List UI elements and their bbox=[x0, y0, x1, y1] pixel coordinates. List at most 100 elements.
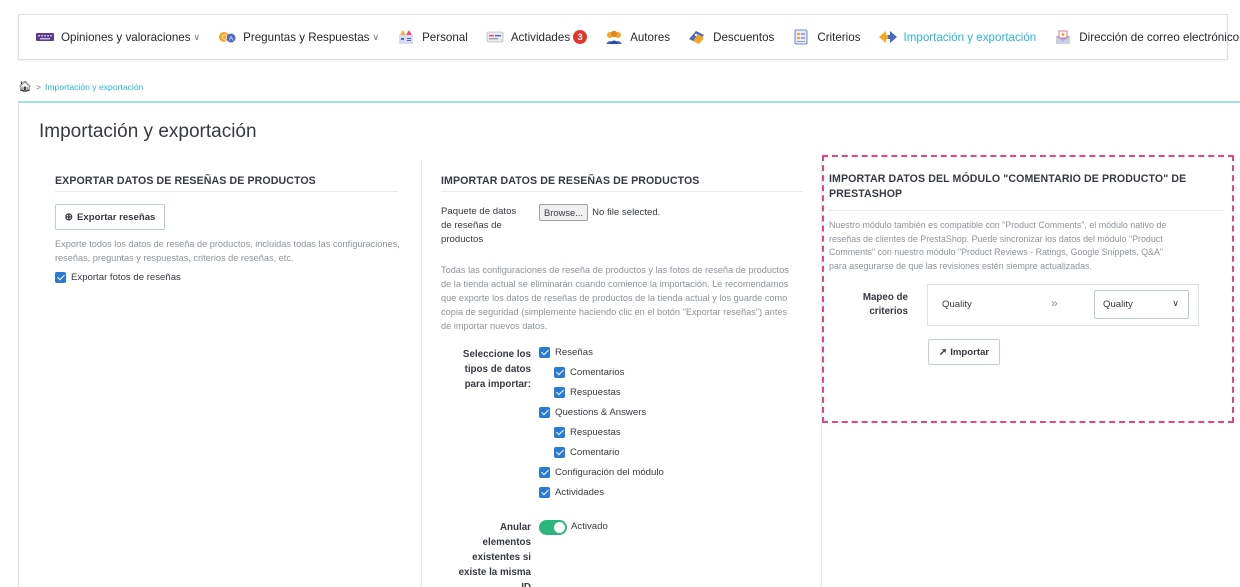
checkbox-label: Exportar fotos de reseñas bbox=[71, 272, 181, 283]
activities-count-badge: 3 bbox=[573, 30, 588, 44]
plug-icon: ➚ bbox=[938, 346, 948, 358]
label-line: existentes si bbox=[472, 552, 531, 563]
checkbox-checked-icon[interactable] bbox=[554, 447, 565, 458]
import-type-checkbox[interactable]: Comentarios bbox=[554, 367, 624, 378]
nav-item-preguntas[interactable]: QA Preguntas y Respuestas ∨ bbox=[217, 15, 379, 59]
warning-line: copia de seguridad (simplemente haciendo… bbox=[441, 307, 788, 317]
module-top-nav: Opiniones y valoraciones ∨ QA Preguntas y… bbox=[18, 14, 1239, 60]
label-line: elementos bbox=[482, 537, 531, 548]
section-rule bbox=[55, 191, 398, 192]
import-type-checkbox[interactable]: Respuestas bbox=[554, 427, 621, 438]
discounts-icon bbox=[689, 31, 705, 44]
label-line: Paquete de datos bbox=[441, 206, 517, 217]
checkbox-label: Comentario bbox=[570, 447, 620, 458]
export-section-heading: EXPORTAR DATOS DE RESEÑAS DE PRODUCTOS bbox=[55, 175, 316, 187]
nav-item-importacion[interactable]: Importación y exportación bbox=[878, 15, 1037, 59]
nav-item-opiniones[interactable]: Opiniones y valoraciones ∨ bbox=[35, 15, 200, 59]
checkbox-label: Comentarios bbox=[570, 367, 625, 378]
nav-label: Dirección de correo electrónico bbox=[1079, 30, 1240, 44]
nav-label: Autores bbox=[630, 30, 671, 44]
nav-item-criterios[interactable]: Criterios bbox=[791, 15, 861, 59]
nav-label: Personal bbox=[422, 30, 468, 44]
import-comments-button[interactable]: ➚ Importar bbox=[928, 339, 1000, 365]
checkbox-checked-icon[interactable] bbox=[539, 347, 550, 358]
heading-line: IMPORTAR DATOS DEL MÓDULO "COMENTARIO DE… bbox=[829, 173, 1187, 185]
nav-label: Descuentos bbox=[713, 30, 775, 44]
override-toggle[interactable] bbox=[539, 520, 567, 535]
warning-line: de la tienda actual se eliminarán cuando… bbox=[441, 279, 789, 289]
nav-label: Preguntas y Respuestas bbox=[243, 30, 370, 44]
import-type-checkbox[interactable]: Questions & Answers bbox=[539, 407, 646, 418]
label-line: Anular bbox=[499, 522, 531, 533]
import-type-checkbox[interactable]: Configuración del módulo bbox=[539, 467, 664, 478]
export-reviews-button[interactable]: ⊕ Exportar reseñas bbox=[55, 204, 165, 230]
override-state: Activado bbox=[571, 521, 608, 532]
import-warning: Todas las configuraciones de reseña de p… bbox=[441, 263, 811, 333]
package-label: Paquete de datos de reseñas de productos bbox=[441, 205, 516, 247]
file-input[interactable]: Browse... No file selected. bbox=[539, 204, 660, 221]
qa-icon: QA bbox=[219, 32, 236, 43]
import-type-checkbox[interactable]: Respuestas bbox=[554, 387, 621, 398]
checkbox-label: Respuestas bbox=[570, 387, 621, 398]
checkbox-label: Questions & Answers bbox=[555, 407, 647, 418]
target-criterion-select[interactable]: Quality ∨ bbox=[1094, 290, 1189, 319]
browse-button[interactable]: Browse... bbox=[539, 204, 589, 221]
chevron-down-icon: ∨ bbox=[193, 31, 201, 42]
svg-text:Q: Q bbox=[222, 35, 228, 42]
svg-text:A: A bbox=[229, 36, 234, 43]
checkbox-checked-icon[interactable] bbox=[554, 387, 565, 398]
personal-icon bbox=[399, 30, 414, 44]
description-line: Exporte todos los datos de reseña de pro… bbox=[55, 239, 400, 249]
select-value: Quality bbox=[1103, 299, 1133, 310]
label-line: criterios bbox=[869, 306, 908, 317]
export-photos-checkbox[interactable]: Exportar fotos de reseñas bbox=[55, 272, 181, 283]
breadcrumb-current[interactable]: Importación y exportación bbox=[45, 82, 143, 92]
product-comments-description: Nuestro módulo también es compatible con… bbox=[829, 219, 1229, 273]
nav-item-personal[interactable]: Personal bbox=[396, 15, 468, 59]
label-line: ID bbox=[441, 580, 531, 587]
section-rule bbox=[441, 191, 803, 192]
nav-item-autores[interactable]: Autores bbox=[604, 15, 670, 59]
checkbox-checked-icon[interactable] bbox=[554, 427, 565, 438]
activities-icon bbox=[486, 31, 504, 43]
checkbox-label: Actividades bbox=[555, 487, 605, 498]
source-criterion: Quality bbox=[942, 299, 972, 310]
column-divider bbox=[421, 161, 422, 587]
import-type-checkbox[interactable]: Comentario bbox=[554, 447, 620, 458]
checkbox-checked-icon[interactable] bbox=[55, 272, 66, 283]
label-line: existe la misma bbox=[458, 567, 531, 578]
description-line: Nuestro módulo también es compatible con… bbox=[829, 220, 1167, 230]
description-line: reseñas de clientes de PrestaShop. Puede… bbox=[829, 233, 1163, 244]
import-type-checkbox[interactable]: Actividades bbox=[539, 487, 604, 498]
criteria-mapping-label: Mapeo de criterios bbox=[846, 291, 908, 319]
chevron-down-icon: ∨ bbox=[372, 31, 380, 42]
section-rule bbox=[829, 210, 1224, 211]
checkbox-checked-icon[interactable] bbox=[539, 407, 550, 418]
nav-item-actividades[interactable]: Actividades 3 bbox=[485, 15, 588, 59]
types-label: Seleccione los tipos de datos para impor… bbox=[441, 347, 531, 392]
breadcrumb: 🏠︎ > Importación y exportación bbox=[18, 80, 143, 93]
home-icon[interactable]: 🏠︎ bbox=[18, 80, 32, 93]
no-file-text: No file selected. bbox=[592, 207, 661, 218]
import-section-heading: IMPORTAR DATOS DE RESEÑAS DE PRODUCTOS bbox=[441, 175, 700, 187]
checkbox-label: Respuestas bbox=[570, 427, 621, 438]
nav-label: Opiniones y valoraciones bbox=[61, 30, 191, 44]
export-button-label: Exportar reseñas bbox=[77, 211, 156, 223]
checkbox-label: Reseñas bbox=[555, 347, 593, 358]
nav-item-descuentos[interactable]: Descuentos bbox=[687, 15, 774, 59]
nav-label: Importación y exportación bbox=[903, 30, 1037, 44]
checkbox-label: Configuración del módulo bbox=[555, 467, 664, 478]
checkbox-checked-icon[interactable] bbox=[539, 467, 550, 478]
checkbox-checked-icon[interactable] bbox=[539, 487, 550, 498]
nav-item-email[interactable]: Dirección de correo electrónico∨ bbox=[1053, 15, 1240, 59]
import-button-label: Importar bbox=[950, 346, 990, 358]
criteria-icon bbox=[794, 29, 808, 45]
import-type-checkbox[interactable]: Reseñas bbox=[539, 347, 593, 358]
description-line: Comments" con nuestro módulo "Product Re… bbox=[829, 247, 1164, 257]
checkbox-checked-icon[interactable] bbox=[554, 367, 565, 378]
page-title: Importación y exportación bbox=[39, 121, 257, 142]
authors-icon bbox=[606, 30, 623, 44]
nav-label: Actividades bbox=[510, 30, 571, 44]
description-line: reseñas, preguntas y respuestas, criteri… bbox=[55, 253, 294, 263]
warning-line: de importar nuevos datos. bbox=[441, 321, 548, 331]
